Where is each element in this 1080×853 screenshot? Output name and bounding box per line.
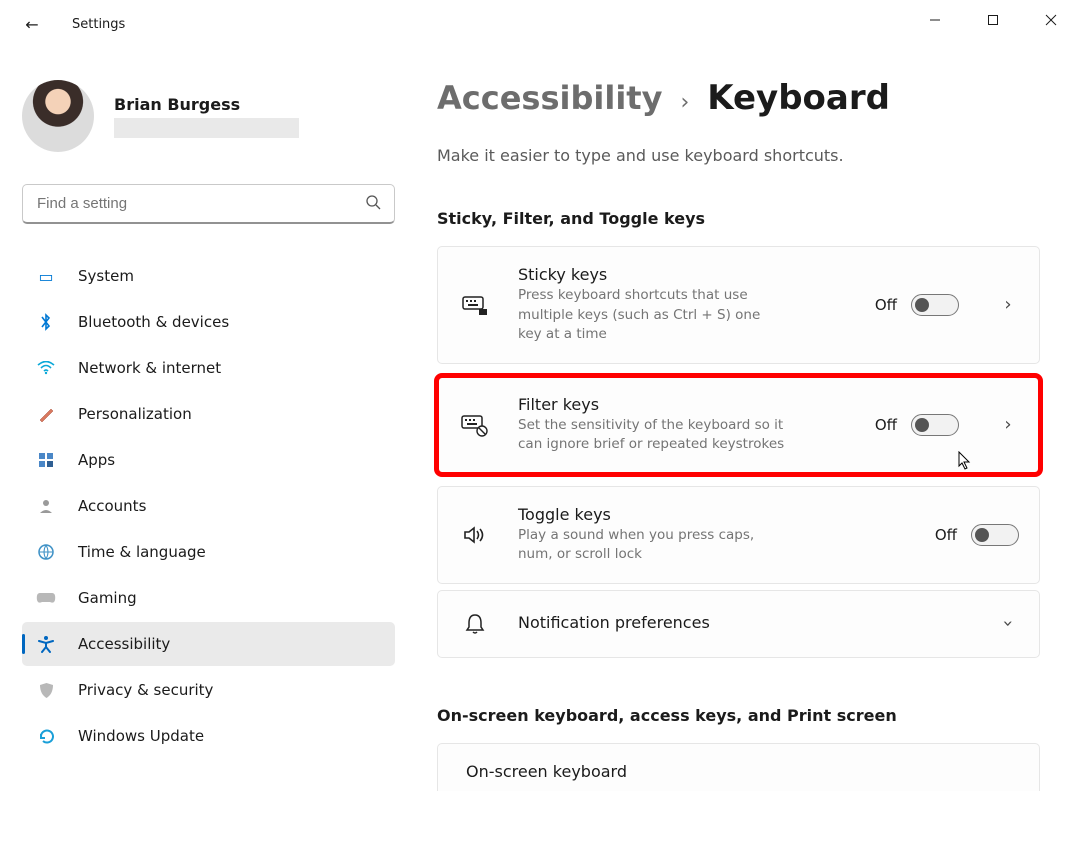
nav-list: ▭ System Bluetooth & devices Network & i…: [22, 254, 395, 758]
section-header-osk: On-screen keyboard, access keys, and Pri…: [437, 706, 1040, 725]
titlebar: ← Settings: [0, 0, 1080, 48]
sidebar-item-label: Apps: [78, 451, 115, 469]
app-title: Settings: [72, 17, 125, 32]
sidebar-item-label: Gaming: [78, 589, 137, 607]
profile-block[interactable]: Brian Burgess: [22, 80, 395, 152]
sidebar-item-update[interactable]: Windows Update: [22, 714, 395, 758]
card-desc: Press keyboard shortcuts that use multip…: [518, 286, 788, 345]
toggle-state-label: Off: [875, 296, 897, 314]
sidebar-item-bluetooth[interactable]: Bluetooth & devices: [22, 300, 395, 344]
maximize-icon: [987, 14, 999, 26]
card-title: Notification preferences: [518, 613, 959, 632]
content-pane: Accessibility › Keyboard Make it easier …: [413, 48, 1080, 853]
sidebar-item-accounts[interactable]: Accounts: [22, 484, 395, 528]
sidebar-item-system[interactable]: ▭ System: [22, 254, 395, 298]
filter-keys-toggle[interactable]: [911, 414, 959, 436]
card-desc: Play a sound when you press caps, num, o…: [518, 526, 788, 565]
sidebar-item-time[interactable]: Time & language: [22, 530, 395, 574]
card-title: Filter keys: [518, 395, 847, 414]
sidebar-item-apps[interactable]: Apps: [22, 438, 395, 482]
sidebar-item-label: Bluetooth & devices: [78, 313, 229, 331]
sidebar-item-label: Privacy & security: [78, 681, 213, 699]
toggle-state-label: Off: [935, 526, 957, 544]
toggle-state-label: Off: [875, 416, 897, 434]
cursor-pointer-icon: [958, 451, 972, 475]
sidebar-item-label: Time & language: [78, 543, 206, 561]
back-button[interactable]: ←: [10, 2, 54, 46]
display-icon: ▭: [36, 267, 56, 286]
minimize-icon: [929, 14, 941, 26]
page-title: Keyboard: [707, 78, 890, 118]
keyboard-filter-icon: [460, 413, 490, 437]
bluetooth-icon: [36, 313, 56, 331]
caption-buttons: [906, 0, 1080, 40]
arrow-left-icon: ←: [25, 15, 38, 34]
paintbrush-icon: [36, 405, 56, 423]
sidebar-item-label: System: [78, 267, 134, 285]
bell-icon: [460, 613, 490, 635]
breadcrumb-parent[interactable]: Accessibility: [437, 79, 662, 117]
shield-icon: [36, 682, 56, 699]
search-wrap: [22, 184, 395, 224]
card-title: Toggle keys: [518, 505, 907, 524]
sidebar-item-label: Network & internet: [78, 359, 221, 377]
wifi-icon: [36, 361, 56, 375]
sticky-keys-toggle[interactable]: [911, 294, 959, 316]
avatar: [22, 80, 94, 152]
profile-name: Brian Burgess: [114, 95, 299, 114]
card-sticky-keys[interactable]: Sticky keys Press keyboard shortcuts tha…: [437, 246, 1040, 364]
settings-window: ← Settings Brian Burgess: [0, 0, 1080, 853]
update-icon: [36, 728, 56, 745]
accessibility-icon: [36, 635, 56, 653]
card-desc: Set the sensitivity of the keyboard so i…: [518, 416, 788, 455]
toggle-keys-toggle[interactable]: [971, 524, 1019, 546]
chevron-down-icon[interactable]: ›: [998, 613, 1019, 635]
sidebar-item-label: Accessibility: [78, 635, 170, 653]
sidebar: Brian Burgess ▭ System: [0, 48, 413, 853]
section-header-keys: Sticky, Filter, and Toggle keys: [437, 209, 1040, 228]
minimize-button[interactable]: [906, 0, 964, 40]
sidebar-item-personalization[interactable]: Personalization: [22, 392, 395, 436]
sidebar-item-network[interactable]: Network & internet: [22, 346, 395, 390]
sidebar-item-privacy[interactable]: Privacy & security: [22, 668, 395, 712]
close-button[interactable]: [1022, 0, 1080, 40]
card-toggle-keys[interactable]: Toggle keys Play a sound when you press …: [437, 486, 1040, 584]
page-subtitle: Make it easier to type and use keyboard …: [437, 146, 1040, 165]
sidebar-item-gaming[interactable]: Gaming: [22, 576, 395, 620]
card-filter-keys[interactable]: Filter keys Set the sensitivity of the k…: [437, 376, 1040, 474]
sidebar-item-accessibility[interactable]: Accessibility: [22, 622, 395, 666]
card-title: On-screen keyboard: [466, 762, 1019, 781]
card-on-screen-keyboard[interactable]: On-screen keyboard: [437, 743, 1040, 791]
profile-subtext-redacted: [114, 118, 299, 138]
sound-icon: [460, 525, 490, 545]
chevron-right-icon[interactable]: ›: [997, 294, 1019, 315]
gamepad-icon: [36, 591, 56, 605]
card-title: Sticky keys: [518, 265, 847, 284]
maximize-button[interactable]: [964, 0, 1022, 40]
search-input[interactable]: [22, 184, 395, 224]
keyboard-icon: [460, 294, 490, 316]
breadcrumb: Accessibility › Keyboard: [437, 78, 1040, 118]
sidebar-item-label: Windows Update: [78, 727, 204, 745]
close-icon: [1045, 14, 1057, 26]
globe-clock-icon: [36, 544, 56, 561]
chevron-right-icon: ›: [680, 90, 689, 115]
card-notification-preferences[interactable]: Notification preferences ›: [437, 590, 1040, 658]
sidebar-item-label: Personalization: [78, 405, 192, 423]
sidebar-item-label: Accounts: [78, 497, 146, 515]
search-icon: [365, 194, 381, 214]
apps-icon: [36, 452, 56, 468]
chevron-right-icon[interactable]: ›: [997, 414, 1019, 435]
person-icon: [36, 498, 56, 514]
